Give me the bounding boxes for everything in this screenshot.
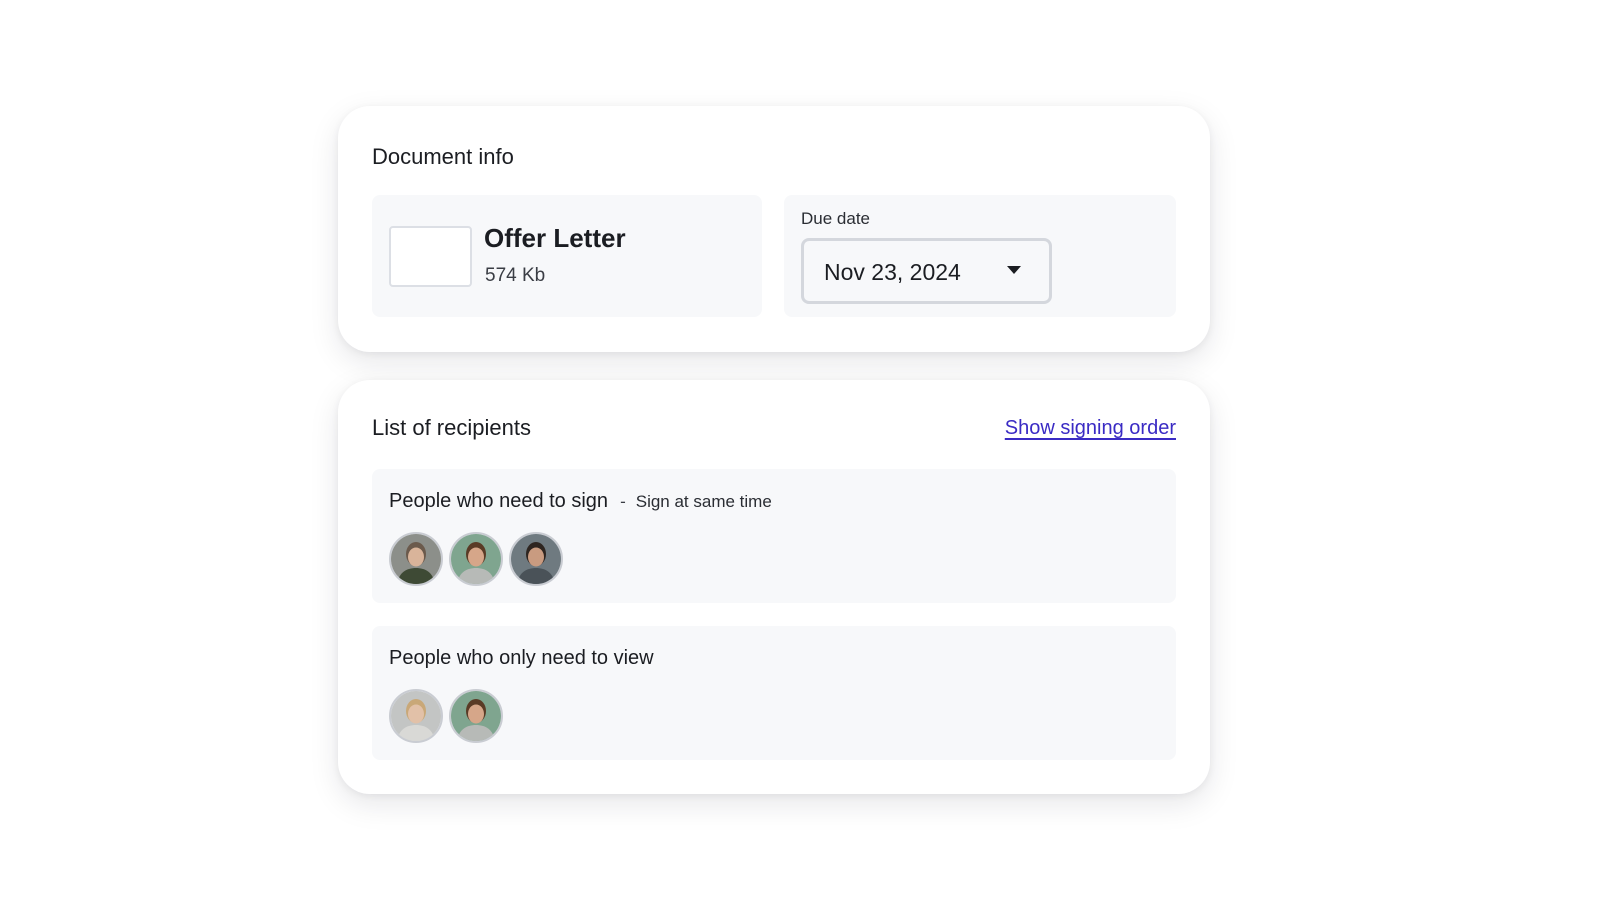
avatar[interactable]: [509, 532, 563, 586]
file-panel[interactable]: Offer Letter 574 Kb: [372, 195, 762, 317]
due-date-label: Due date: [801, 209, 870, 228]
avatar[interactable]: [449, 532, 503, 586]
person-avatar-icon: [391, 534, 441, 584]
viewers-group-title: People who only need to view: [389, 647, 654, 669]
person-avatar-icon: [451, 534, 501, 584]
due-date-value: Nov 23, 2024: [824, 259, 961, 285]
person-avatar-icon: [511, 534, 561, 584]
show-signing-order-link[interactable]: Show signing order: [1005, 417, 1176, 440]
avatar[interactable]: [389, 689, 443, 743]
recipients-title: List of recipients: [372, 415, 531, 440]
separator: -: [620, 492, 626, 511]
file-thumbnail: [389, 226, 472, 287]
due-date-select[interactable]: Nov 23, 2024: [801, 238, 1052, 304]
due-date-panel: Due date Nov 23, 2024: [784, 195, 1176, 317]
caret-down-icon: [1007, 266, 1021, 274]
signers-group-title: People who need to sign: [389, 490, 609, 512]
signer-avatars: [389, 532, 563, 586]
file-size: 574 Kb: [485, 265, 546, 286]
document-info-card: Document info Offer Letter 574 Kb Due da…: [338, 106, 1210, 352]
signers-group: People who need to sign - Sign at same tim…: [372, 469, 1176, 603]
viewer-avatars: [389, 689, 503, 743]
file-name: Offer Letter: [484, 223, 626, 253]
recipients-card: List of recipients Show signing order Pe…: [338, 380, 1210, 794]
person-avatar-icon: [451, 691, 501, 741]
sign-mode-note: Sign at same time: [635, 492, 772, 511]
avatar[interactable]: [389, 532, 443, 586]
document-info-title: Document info: [372, 144, 514, 169]
viewers-group: People who only need to view: [372, 626, 1176, 760]
person-avatar-icon: [391, 691, 441, 741]
avatar[interactable]: [449, 689, 503, 743]
